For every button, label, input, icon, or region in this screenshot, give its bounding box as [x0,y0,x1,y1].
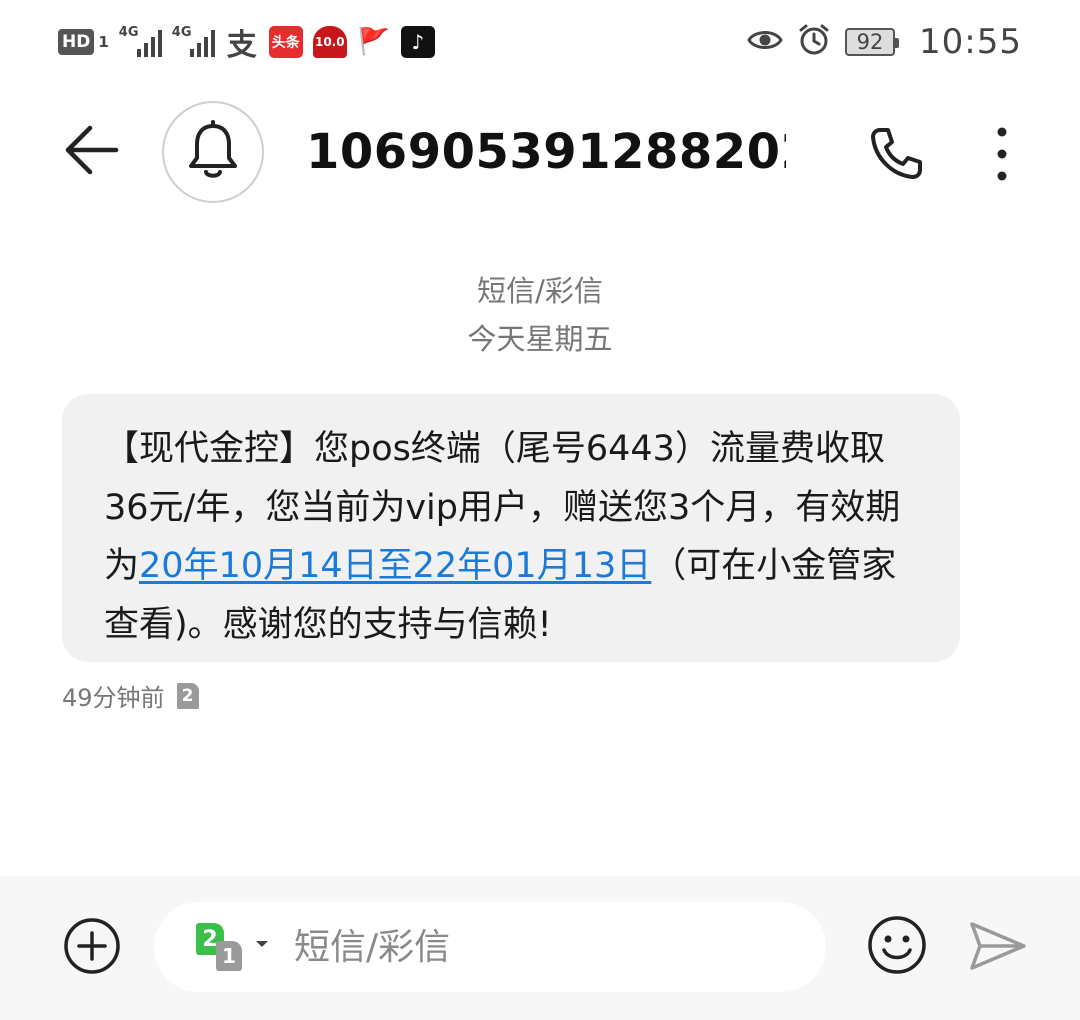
message-type-label: 短信/彩信 [477,274,603,308]
battery-icon: 92 [845,28,900,56]
alipay-icon: 支 [226,28,257,63]
date-separator: 今天星期五 [467,322,613,356]
compose-bar: 2 1 [0,876,1080,1020]
back-button[interactable] [60,118,124,182]
phone-icon [866,128,926,188]
date-link[interactable]: 20年10月14日至22年01月13日 [139,546,651,586]
message-bubble[interactable]: 【现代金控】您pos终端（尾号6443）流量费收取36元/年，您当前为vip用户… [62,394,960,662]
bank-icon: 10.0 [312,26,347,58]
status-bar-right: 92 10:55 [747,20,1022,64]
status-bar: HD 1 4G 4G 支 头条 10.0 🚩 ♪ 92 10:55 [0,0,1080,84]
attach-button[interactable] [62,916,122,976]
sim-selector[interactable]: 2 1 [196,919,276,975]
message-input-container[interactable]: 2 1 [154,902,826,992]
tiktok-icon: ♪ [400,26,435,58]
status-bar-left: HD 1 4G 4G 支 头条 10.0 🚩 ♪ [58,22,435,63]
sim-card-icon: 2 [176,682,199,709]
message-time: 49分钟前 [62,684,165,712]
more-vertical-icon [982,127,1022,188]
add-circle-icon [62,918,122,980]
arrow-left-icon [60,125,124,186]
call-button[interactable] [866,124,926,184]
eye-icon [747,27,783,57]
message-meta: 49分钟前 2 [62,678,199,713]
bell-icon [186,120,240,184]
signal-sim1-icon: 4G [118,25,162,57]
conversation-header: 106905391288202… [0,96,1080,212]
alarm-icon [797,23,831,61]
chevron-down-icon [254,935,270,947]
send-button[interactable] [966,916,1030,976]
network-type-sim2: 4G [171,25,192,40]
emoji-icon [866,916,928,980]
map-icon: 🚩 [357,27,390,57]
message-input[interactable] [294,926,794,968]
send-icon [966,922,1030,980]
toutiao-icon: 头条 [268,26,303,58]
contact-number[interactable]: 106905391288202… [306,124,786,180]
contact-avatar[interactable] [162,101,264,203]
sim-other-icon: 1 [216,941,242,971]
hd-voice-badge: HD [58,29,95,55]
sim-slot-indicator: 1 [98,33,109,51]
messaging-screen: HD 1 4G 4G 支 头条 10.0 🚩 ♪ 92 10:55 106905… [0,0,1080,1020]
signal-sim2-icon: 4G [171,25,215,57]
emoji-button[interactable] [866,914,928,976]
status-time: 10:55 [919,22,1022,62]
network-type-sim1: 4G [118,25,139,40]
more-options-button[interactable] [982,124,1022,184]
